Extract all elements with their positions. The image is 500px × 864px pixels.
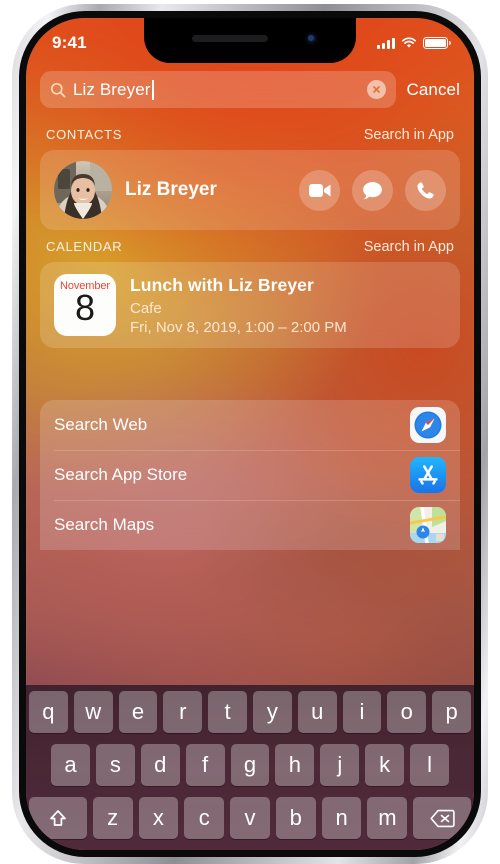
search-input[interactable]: Liz Breyer (40, 71, 397, 108)
key-r[interactable]: r (163, 691, 203, 733)
search-in-app-contacts[interactable]: Search in App (364, 127, 454, 143)
key-v[interactable]: v (230, 797, 270, 839)
contacts-section-header: CONTACTS Search in App (26, 118, 474, 150)
contact-name: Liz Breyer (125, 179, 217, 200)
suggestion-search-app-store[interactable]: Search App Store (40, 450, 460, 500)
keyboard-row-3: zxcvbnm (29, 797, 471, 839)
key-x[interactable]: x (138, 797, 179, 839)
event-location: Cafe (130, 300, 162, 317)
status-time: 9:41 (52, 33, 87, 52)
key-i[interactable]: i (342, 691, 382, 733)
avatar (54, 161, 112, 219)
shift-arrow-icon (49, 810, 66, 826)
message-button[interactable] (352, 169, 393, 211)
facetime-video-icon (308, 183, 330, 197)
wifi-icon (401, 37, 417, 48)
phone-handset-icon (417, 181, 434, 199)
key-d[interactable]: d (140, 744, 180, 786)
search-suggestions-card: Search Web Search App Store Search Maps (40, 400, 460, 550)
calendar-section-header: CALENDAR Search in App (26, 230, 474, 262)
keyboard-row-2: asdfghjkl (29, 744, 471, 786)
search-bar-row: Liz Breyer Cancel (26, 63, 474, 118)
close-icon (373, 86, 381, 93)
key-e[interactable]: e (118, 691, 158, 733)
key-w[interactable]: w (73, 691, 113, 733)
search-in-app-calendar[interactable]: Search in App (364, 239, 454, 255)
app-store-icon (410, 457, 446, 493)
phone-screen: 9:41 Liz Breyer Cancel CONTACTS Search i… (26, 18, 474, 850)
key-j[interactable]: j (320, 744, 360, 786)
event-title: Lunch with Liz Breyer (130, 275, 314, 295)
suggestion-search-web[interactable]: Search Web (40, 400, 460, 450)
suggestion-label: Search Maps (54, 515, 155, 534)
key-l[interactable]: l (410, 744, 450, 786)
shift-key[interactable] (29, 797, 87, 839)
key-k[interactable]: k (365, 744, 405, 786)
key-f[interactable]: f (185, 744, 225, 786)
search-value: Liz Breyer (73, 79, 151, 99)
calendar-event-row[interactable]: November 8 Lunch with Liz Breyer Cafe Fr… (40, 262, 460, 348)
contact-card[interactable]: Liz Breyer (40, 150, 460, 230)
key-s[interactable]: s (95, 744, 135, 786)
section-title-contacts: CONTACTS (46, 127, 123, 142)
key-n[interactable]: n (321, 797, 362, 839)
facetime-button[interactable] (299, 169, 340, 211)
calendar-day: 8 (74, 287, 96, 328)
key-q[interactable]: q (29, 691, 68, 733)
key-z[interactable]: z (92, 797, 133, 839)
key-y[interactable]: y (253, 691, 292, 733)
status-icons (377, 37, 451, 49)
phone-frame: 9:41 Liz Breyer Cancel CONTACTS Search i… (12, 4, 488, 864)
cellular-bars-icon (377, 37, 395, 49)
calendar-icon: November 8 (54, 274, 116, 336)
contact-actions (299, 169, 446, 211)
key-m[interactable]: m (367, 797, 408, 839)
clear-search-button[interactable] (367, 80, 387, 99)
key-a[interactable]: a (51, 744, 90, 786)
cancel-button[interactable]: Cancel (406, 80, 460, 100)
phone-bezel: 9:41 Liz Breyer Cancel CONTACTS Search i… (19, 11, 481, 857)
key-u[interactable]: u (297, 691, 337, 733)
key-h[interactable]: h (275, 744, 315, 786)
calendar-event-details: Lunch with Liz Breyer Cafe Fri, Nov 8, 2… (130, 274, 347, 336)
contact-photo (54, 161, 112, 219)
key-o[interactable]: o (387, 691, 427, 733)
keyboard-row-1: qwertyuiop (29, 691, 471, 733)
delete-key[interactable] (413, 797, 471, 839)
section-title-calendar: CALENDAR (46, 239, 123, 254)
delete-backspace-icon (430, 809, 455, 827)
safari-icon (410, 407, 446, 443)
key-g[interactable]: g (230, 744, 270, 786)
search-icon (50, 82, 66, 98)
suggestion-label: Search Web (54, 415, 148, 434)
on-screen-keyboard[interactable]: qwertyuiop asdfghjkl zxcvbnm (26, 685, 474, 850)
key-p[interactable]: p (432, 691, 471, 733)
key-c[interactable]: c (184, 797, 225, 839)
message-bubble-icon (363, 181, 382, 199)
suggestion-label: Search App Store (54, 465, 188, 484)
calendar-card[interactable]: November 8 Lunch with Liz Breyer Cafe Fr… (40, 262, 460, 348)
search-text-wrapper: Liz Breyer (73, 79, 360, 100)
suggestion-search-maps[interactable]: Search Maps (40, 500, 460, 550)
maps-icon (410, 507, 446, 543)
text-caret (151, 79, 154, 100)
event-datetime: Fri, Nov 8, 2019, 1:00 – 2:00 PM (130, 319, 347, 336)
key-b[interactable]: b (275, 797, 316, 839)
key-t[interactable]: t (208, 691, 247, 733)
battery-full-icon (423, 37, 451, 49)
call-button[interactable] (405, 169, 446, 211)
contact-row[interactable]: Liz Breyer (40, 150, 460, 230)
status-bar: 9:41 (26, 18, 474, 63)
